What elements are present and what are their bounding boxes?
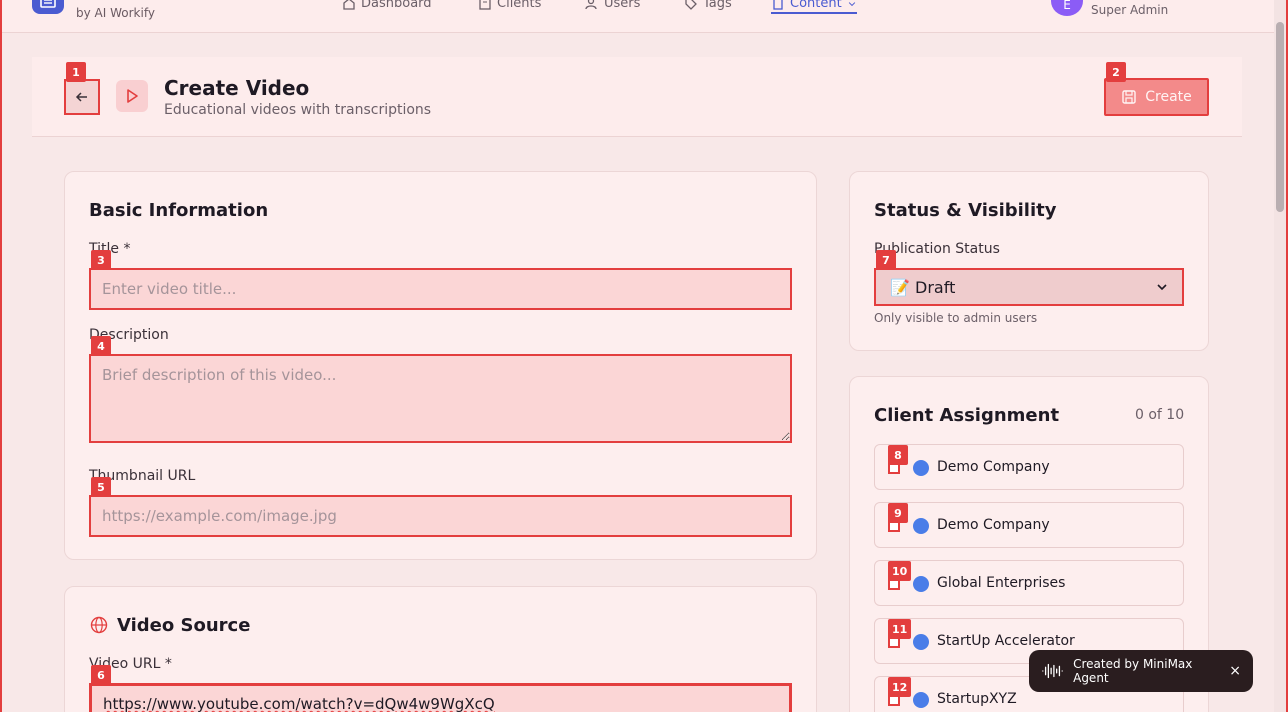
globe-icon xyxy=(90,616,108,634)
marker-label: 1 xyxy=(66,62,86,82)
video-source-card: Video Source Video URL * 6 https://www.y… xyxy=(64,586,817,712)
page-header: 1 Create Video Educational videos with t… xyxy=(32,57,1242,137)
home-icon xyxy=(343,0,355,10)
nav-users[interactable]: Users xyxy=(585,0,640,11)
marker-label: 7 xyxy=(876,250,896,270)
tag-icon xyxy=(685,0,697,10)
card-title: Video Source xyxy=(117,615,251,636)
nav-dashboard[interactable]: Dashboard xyxy=(342,0,432,11)
status-visibility-card: Status & Visibility Publication Status 7… xyxy=(849,171,1209,351)
back-button[interactable] xyxy=(64,79,100,115)
title-input[interactable] xyxy=(89,268,792,310)
chevron-down-icon xyxy=(1157,284,1167,291)
chevron-down-icon[interactable] xyxy=(1226,0,1238,6)
marker-label: 9 xyxy=(888,503,908,523)
page-subtitle: Educational videos with transcriptions xyxy=(164,102,432,118)
chevron-down-icon xyxy=(848,1,855,6)
client-name: Demo Company xyxy=(937,517,1050,533)
client-color-dot xyxy=(913,634,929,650)
nav-users-label: Users xyxy=(604,0,641,11)
marker-label: 3 xyxy=(91,250,111,270)
scrollbar-thumb[interactable] xyxy=(1276,22,1284,212)
video-badge xyxy=(116,80,148,112)
save-icon xyxy=(1122,90,1136,104)
toast-label: Created by MiniMax Agent xyxy=(1073,657,1193,685)
basic-information-card: Basic Information Title * 3 Description … xyxy=(64,171,817,560)
thumbnail-url-input[interactable] xyxy=(89,495,792,537)
create-button-label: Create xyxy=(1145,89,1192,105)
client-item[interactable]: 10 Global Enterprises xyxy=(874,560,1184,606)
card-title: Basic Information xyxy=(89,200,269,221)
client-item[interactable]: 9 Demo Company xyxy=(874,502,1184,548)
video-url-value: https://www.youtube.com/watch?v=dQw4w9Wg… xyxy=(103,695,495,712)
publication-status-select[interactable]: 📝 Draft xyxy=(874,268,1184,306)
client-name: StartupXYZ xyxy=(937,691,1017,707)
card-title: Status & Visibility xyxy=(874,200,1057,221)
top-navigation: by AI Workify Dashboard Clients Users Ta… xyxy=(0,0,1288,33)
marker-label: 8 xyxy=(888,445,908,465)
waveform-icon xyxy=(1042,663,1063,679)
brand-subtitle: by AI Workify xyxy=(76,6,155,20)
video-url-input[interactable]: https://www.youtube.com/watch?v=dQw4w9Wg… xyxy=(89,683,792,712)
marker-label: 4 xyxy=(91,336,111,356)
publication-status-value: 📝 Draft xyxy=(890,277,956,297)
client-color-dot xyxy=(913,518,929,534)
arrow-left-icon xyxy=(75,92,87,102)
client-name: Global Enterprises xyxy=(937,575,1066,591)
client-name: StartUp Accelerator xyxy=(937,633,1075,649)
marker-label: 6 xyxy=(91,665,111,685)
close-icon[interactable]: × xyxy=(1229,663,1241,679)
play-icon xyxy=(127,89,138,103)
marker-label: 11 xyxy=(888,619,912,639)
client-color-dot xyxy=(913,460,929,476)
users-icon xyxy=(585,0,597,9)
nav-content[interactable]: Content xyxy=(771,0,857,14)
nav-clients[interactable]: Clients xyxy=(478,0,541,11)
create-button[interactable]: Create xyxy=(1104,78,1209,116)
client-name: Demo Company xyxy=(937,459,1050,475)
marker-label: 10 xyxy=(888,561,912,581)
document-icon xyxy=(40,0,56,8)
document-icon xyxy=(773,0,783,10)
nav-content-label: Content xyxy=(790,0,842,11)
description-input[interactable] xyxy=(89,354,792,443)
user-role: Super Admin xyxy=(1091,3,1169,17)
building-icon xyxy=(479,0,491,10)
client-count: 0 of 10 xyxy=(1135,407,1185,423)
marker-label: 2 xyxy=(1106,62,1126,82)
marker-label: 12 xyxy=(888,677,912,697)
user-avatar[interactable]: E xyxy=(1051,0,1083,16)
status-hint: Only visible to admin users xyxy=(874,311,1038,325)
client-color-dot xyxy=(913,576,929,592)
client-item[interactable]: 8 Demo Company xyxy=(874,444,1184,490)
client-color-dot xyxy=(913,692,929,708)
nav-tags[interactable]: Tags xyxy=(684,0,732,11)
app-logo[interactable] xyxy=(32,0,64,14)
nav-tags-label: Tags xyxy=(703,0,732,11)
marker-label: 5 xyxy=(91,477,111,497)
nav-dashboard-label: Dashboard xyxy=(361,0,432,11)
nav-clients-label: Clients xyxy=(497,0,542,11)
card-title: Client Assignment xyxy=(874,405,1060,426)
page-title: Create Video xyxy=(164,76,310,100)
minimax-toast[interactable]: Created by MiniMax Agent × xyxy=(1029,650,1253,692)
